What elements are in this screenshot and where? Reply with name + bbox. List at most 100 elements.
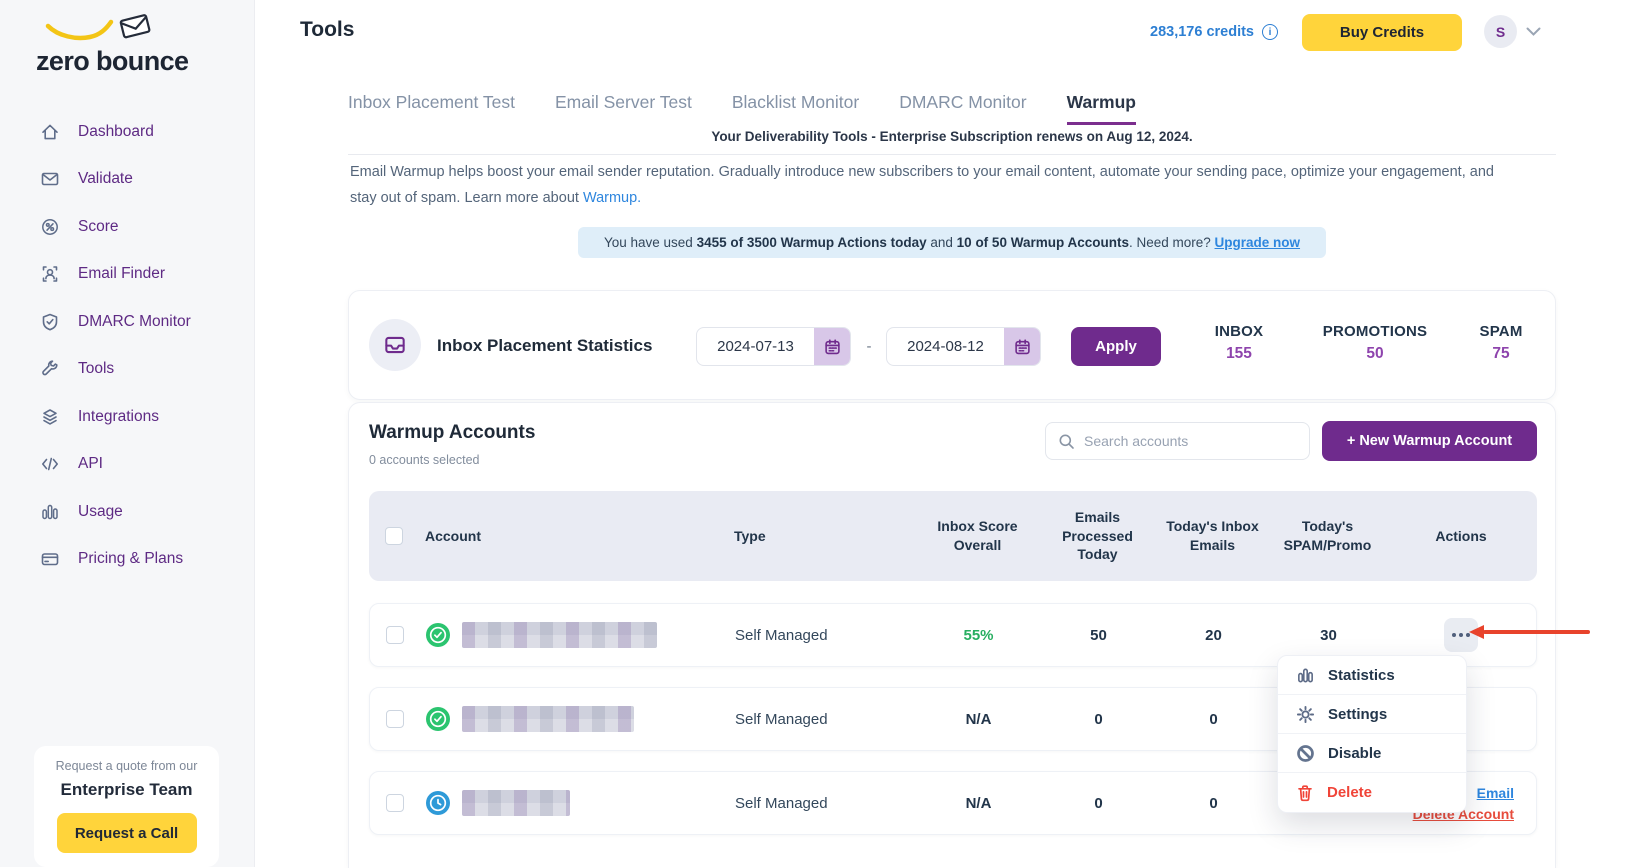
emails-processed-cell: 0 [1041,711,1156,728]
emails-processed-cell: 50 [1041,627,1156,644]
menu-item-label: Delete [1327,784,1372,801]
sidebar-item-label: Validate [78,170,133,188]
col-actions: Actions [1385,527,1537,546]
banner-text: . Need more? [1129,235,1215,250]
usage-banner-wrap: You have used 3455 of 3500 Warmup Action… [348,227,1556,258]
upgrade-now-link[interactable]: Upgrade now [1215,235,1301,250]
date-to-value[interactable]: 2024-08-12 [887,328,1004,365]
sidebar-item-label: API [78,455,103,473]
red-arrow-annotation-line [1483,630,1590,634]
user-avatar[interactable]: S [1484,15,1517,48]
calendar-button[interactable] [1004,328,1040,365]
pending-status-icon [426,791,450,815]
stat-promotions: PROMOTIONS 50 [1305,323,1445,363]
shield-check-icon [40,312,60,332]
buy-credits-button[interactable]: Buy Credits [1302,14,1462,51]
sidebar-item-email-finder[interactable]: Email Finder [0,251,255,299]
sidebar: zero bounce Dashboard Validate Score Ema… [0,0,255,867]
col-type: Type [710,528,915,544]
sidebar-item-api[interactable]: API [0,441,255,489]
select-all-checkbox[interactable] [385,527,403,545]
date-from-field[interactable]: 2024-07-13 [696,327,851,366]
redacted-account-name [462,622,657,648]
menu-item-statistics[interactable]: Statistics [1278,656,1466,695]
sidebar-item-dashboard[interactable]: Dashboard [0,108,255,156]
credits-balance[interactable]: 283,176 credits [1130,24,1254,40]
date-range-separator: - [857,327,881,366]
col-todays-inbox: Today's Inbox Emails [1155,517,1270,555]
sidebar-item-label: Tools [78,360,114,378]
menu-item-settings[interactable]: Settings [1278,695,1466,734]
tab-email-server-test[interactable]: Email Server Test [555,92,692,125]
account-cell [426,706,711,732]
tab-inbox-placement-test[interactable]: Inbox Placement Test [348,92,515,125]
enterprise-card-line2: Enterprise Team [34,780,219,800]
inbox-score-cell: 55% [916,627,1041,644]
sidebar-item-usage[interactable]: Usage [0,488,255,536]
calendar-icon [1014,338,1031,355]
warmup-learn-more-link[interactable]: Warmup. [583,190,641,206]
sidebar-item-tools[interactable]: Tools [0,346,255,394]
menu-item-disable[interactable]: Disable [1278,734,1466,773]
divider [348,154,1556,155]
sidebar-item-pricing[interactable]: Pricing & Plans [0,536,255,584]
sidebar-item-score[interactable]: Score [0,203,255,251]
warmup-accounts-title: Warmup Accounts [369,422,535,444]
date-to-field[interactable]: 2024-08-12 [886,327,1041,366]
row-checkbox[interactable] [386,626,404,644]
page-title: Tools [300,18,354,42]
warmup-description: Email Warmup helps boost your email send… [350,159,1520,211]
gear-icon [1296,705,1315,724]
menu-item-label: Disable [1328,745,1381,762]
subscription-note: Your Deliverability Tools - Enterprise S… [348,129,1556,144]
sidebar-item-label: Score [78,218,119,236]
chevron-down-icon[interactable] [1526,27,1541,36]
menu-item-label: Statistics [1328,667,1395,684]
date-from-value[interactable]: 2024-07-13 [697,328,814,365]
sidebar-item-label: DMARC Monitor [78,313,191,331]
col-emails-processed: Emails Processed Today [1040,508,1155,565]
search-accounts-input[interactable] [1084,433,1297,449]
sidebar-item-label: Integrations [78,408,159,426]
credit-card-icon [40,549,60,569]
new-warmup-account-button[interactable]: + New Warmup Account [1322,421,1537,461]
tab-warmup[interactable]: Warmup [1067,92,1136,125]
sidebar-item-dmarc-monitor[interactable]: DMARC Monitor [0,298,255,346]
person-finder-icon [40,264,60,284]
inbox-score-cell: N/A [916,711,1041,728]
inbox-score-cell: N/A [916,795,1041,812]
sidebar-item-label: Usage [78,503,123,521]
stat-inbox: INBOX 155 [1169,323,1309,363]
calendar-button[interactable] [814,328,850,365]
banner-text: You have used [604,235,697,250]
envelope-icon [40,169,60,189]
sidebar-item-integrations[interactable]: Integrations [0,393,255,441]
tab-blacklist-monitor[interactable]: Blacklist Monitor [732,92,859,125]
menu-item-delete[interactable]: Delete [1278,773,1466,812]
score-badge-icon [40,217,60,237]
account-cell [426,790,711,816]
apply-button[interactable]: Apply [1071,327,1161,366]
inbox-tray-icon [382,332,408,358]
row-checkbox[interactable] [386,710,404,728]
stat-spam: SPAM 75 [1431,323,1571,363]
redacted-account-name [462,706,634,732]
stat-promotions-label: PROMOTIONS [1305,323,1445,340]
home-icon [40,122,60,142]
tab-dmarc-monitor[interactable]: DMARC Monitor [899,92,1026,125]
actions-cell [1386,618,1536,652]
verified-status-icon [426,707,450,731]
request-call-button[interactable]: Request a Call [57,813,197,853]
sidebar-item-validate[interactable]: Validate [0,156,255,204]
col-inbox-score: Inbox Score Overall [915,517,1040,555]
accounts-selected-count: 0 accounts selected [369,453,480,467]
bar-chart-icon [40,502,60,522]
row-checkbox[interactable] [386,794,404,812]
usage-banner: You have used 3455 of 3500 Warmup Action… [578,227,1326,258]
email-link[interactable]: Email [1477,785,1514,801]
red-arrow-annotation [1469,625,1484,639]
menu-item-label: Settings [1328,706,1387,723]
info-icon[interactable]: i [1262,24,1278,40]
layers-icon [40,407,60,427]
zerobounce-logo[interactable]: zero bounce [34,14,194,80]
